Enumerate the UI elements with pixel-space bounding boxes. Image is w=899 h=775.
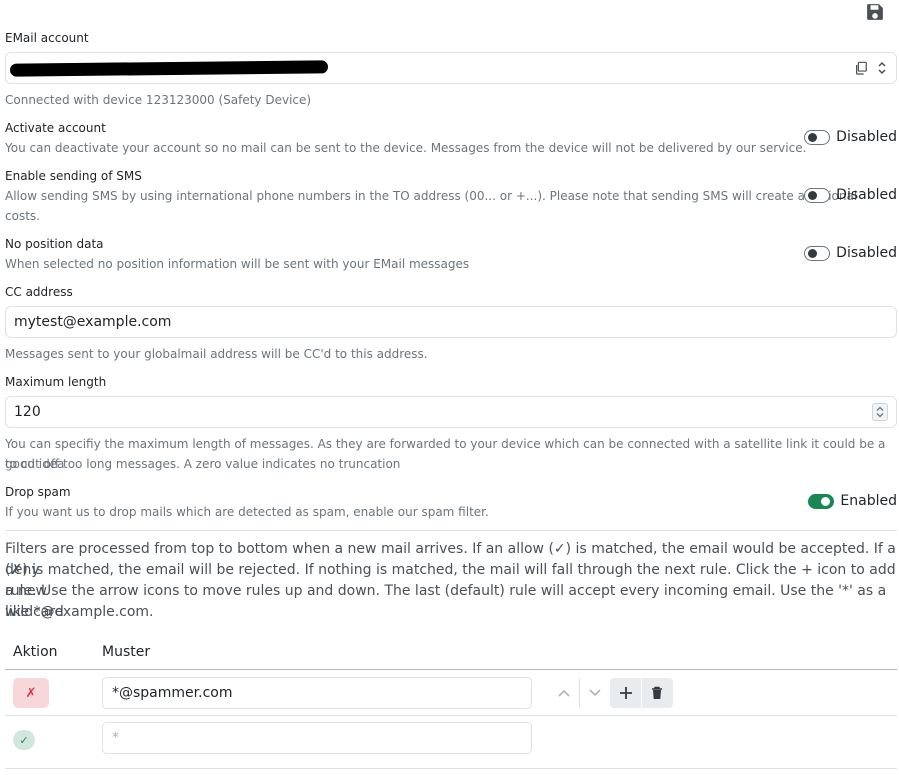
cc-help: Messages sent to your globalmail address… — [5, 347, 428, 361]
maxlen-input[interactable]: 120 — [5, 396, 897, 428]
default-rule-pattern-input[interactable]: * — [102, 722, 532, 754]
activate-switch[interactable] — [804, 129, 831, 145]
rule-deny-badge[interactable]: ✗ — [13, 678, 49, 708]
cc-input[interactable]: mytest@example.com — [5, 306, 897, 338]
sms-title: Enable sending of SMS — [5, 169, 142, 183]
number-spinner-icon[interactable] — [872, 403, 888, 421]
spam-title: Drop spam — [5, 485, 71, 499]
position-help: When selected no position information wi… — [5, 257, 470, 271]
column-header-pattern: Muster — [102, 644, 151, 660]
cc-label: CC address — [5, 285, 73, 299]
column-header-action: Aktion — [13, 644, 58, 660]
position-switch[interactable] — [804, 245, 831, 261]
spam-switch[interactable] — [808, 493, 835, 509]
save-icon[interactable] — [866, 3, 884, 21]
maxlen-label: Maximum length — [5, 375, 107, 389]
row-divider-2 — [5, 768, 897, 769]
position-state-label: Disabled — [836, 245, 897, 261]
activate-account-help: You can deactivate your account so no ma… — [5, 141, 807, 155]
sms-state-label: Disabled — [836, 187, 897, 203]
position-title: No position data — [5, 237, 104, 251]
filters-info-line4: like *@example.com. — [5, 604, 154, 620]
section-divider — [5, 530, 897, 531]
maxlen-help-line2: to cut off too long messages. A zero val… — [5, 457, 401, 471]
sms-help-line1: Allow sending SMS by using international… — [5, 189, 858, 203]
deny-icon: ✗ — [25, 685, 37, 701]
table-header-divider — [5, 669, 897, 670]
chevron-updown-icon[interactable] — [877, 61, 887, 75]
rule-allow-badge[interactable]: ✓ — [13, 730, 35, 750]
spam-help: If you want us to drop mails which are d… — [5, 505, 489, 519]
row-divider-1 — [5, 715, 897, 716]
position-toggle[interactable]: Disabled — [804, 245, 897, 261]
sms-help-line2: costs. — [5, 209, 40, 223]
connected-device-text: Connected with device 123123000 (Safety … — [5, 93, 312, 107]
sms-switch[interactable] — [804, 187, 831, 203]
chevron-up-icon[interactable] — [549, 678, 579, 708]
activate-account-title: Activate account — [5, 121, 106, 135]
maxlen-value: 120 — [14, 404, 41, 420]
activate-state-label: Disabled — [836, 129, 897, 145]
email-account-select[interactable] — [5, 52, 897, 84]
allow-icon: ✓ — [19, 733, 29, 747]
redacted-email-value — [9, 60, 329, 77]
sms-toggle[interactable]: Disabled — [804, 187, 897, 203]
rule-pattern-input[interactable]: *@spammer.com — [102, 677, 532, 709]
plus-icon[interactable] — [611, 678, 641, 708]
spam-toggle[interactable]: Enabled — [808, 493, 897, 509]
chevron-down-icon[interactable] — [580, 678, 610, 708]
activate-account-toggle[interactable]: Disabled — [804, 129, 897, 145]
email-account-label: EMail account — [5, 31, 89, 45]
spam-state-label: Enabled — [840, 493, 897, 509]
copy-icon[interactable] — [854, 61, 868, 75]
trash-icon[interactable] — [642, 678, 672, 708]
